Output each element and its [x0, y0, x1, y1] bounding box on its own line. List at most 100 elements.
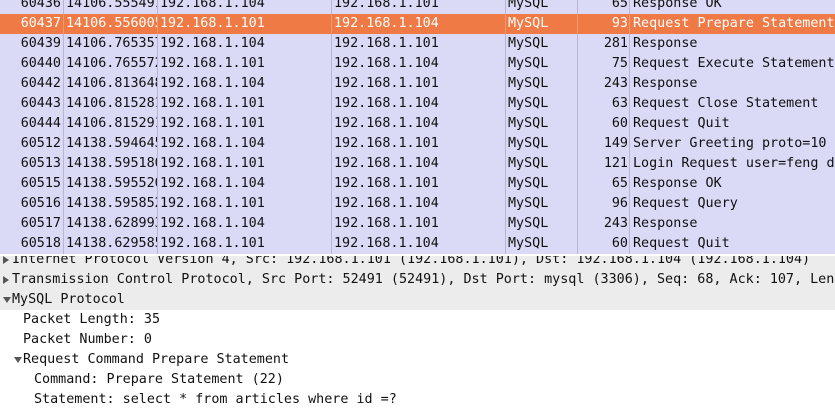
- packet-destination-cell: 192.168.1.104: [334, 156, 439, 171]
- collapsed-arrow-icon[interactable]: [3, 276, 9, 284]
- packet-time-cell: 14106.813648: [66, 76, 158, 91]
- packet-protocol-cell: MySQL: [508, 156, 549, 171]
- packet-length-cell: 96: [611, 196, 628, 211]
- packet-row[interactable]: 60517 14138.628993 192.168.1.104 192.168.1.…: [0, 214, 835, 234]
- packet-info-cell: Response OK: [633, 176, 722, 191]
- packet-destination-cell: 192.168.1.104: [334, 196, 439, 211]
- packet-protocol-cell: MySQL: [508, 236, 549, 251]
- column-separator: [629, 134, 630, 154]
- packet-row[interactable]: 60443 14106.815281 192.168.1.101 192.168.1.…: [0, 94, 835, 114]
- packet-source-cell: 192.168.1.104: [160, 216, 265, 231]
- column-separator: [577, 14, 578, 34]
- packet-row[interactable]: 60442 14106.813648 192.168.1.104 192.168.1.…: [0, 74, 835, 94]
- packet-destination-cell: 192.168.1.101: [334, 176, 439, 191]
- packet-list[interactable]: 60436 14106.555491 192.168.1.104 192.168.1.…: [0, 0, 835, 256]
- column-separator: [505, 94, 506, 114]
- column-separator: [63, 154, 64, 174]
- detail-line-text: Packet Number: 0: [23, 332, 152, 347]
- packet-row[interactable]: 60444 14106.815291 192.168.1.101 192.168.1.…: [0, 114, 835, 134]
- column-separator: [157, 134, 158, 154]
- packet-protocol-cell: MySQL: [508, 116, 549, 131]
- column-separator: [63, 0, 64, 14]
- column-separator: [629, 214, 630, 234]
- packet-protocol-cell: MySQL: [508, 96, 549, 111]
- packet-number-cell: 60437: [20, 16, 61, 31]
- packet-number-cell: 60512: [20, 136, 61, 151]
- packet-source-cell: 192.168.1.104: [160, 176, 265, 191]
- packet-info-cell: Response: [633, 216, 698, 231]
- column-separator: [63, 234, 64, 254]
- packet-source-cell: 192.168.1.101: [160, 236, 265, 251]
- packet-row-selected[interactable]: 60437 14106.556005 192.168.1.101 192.168.1.…: [0, 14, 835, 34]
- expanded-arrow-icon[interactable]: [3, 297, 11, 303]
- column-separator: [505, 34, 506, 54]
- packet-protocol-cell: MySQL: [508, 76, 549, 91]
- packet-info-cell: Response: [633, 36, 698, 51]
- packet-row[interactable]: 60518 14138.629585 192.168.1.101 192.168.1.…: [0, 234, 835, 254]
- column-separator: [577, 154, 578, 174]
- packet-info-cell: Server Greeting proto=10 v: [633, 136, 835, 151]
- detail-tree-line[interactable]: Packet Length: 35: [0, 310, 835, 330]
- packet-row[interactable]: 60512 14138.594645 192.168.1.104 192.168.1.…: [0, 134, 835, 154]
- packet-info-cell: Request Close Statement: [633, 96, 819, 111]
- packet-number-cell: 60443: [20, 96, 61, 111]
- detail-tree-line[interactable]: MySQL Protocol: [0, 290, 835, 310]
- packet-row[interactable]: 60440 14106.765572 192.168.1.101 192.168.1.…: [0, 54, 835, 74]
- packet-number-cell: 60436: [20, 0, 61, 11]
- packet-row[interactable]: 60513 14138.595180 192.168.1.101 192.168.1.…: [0, 154, 835, 174]
- packet-length-cell: 75: [611, 56, 628, 71]
- column-separator: [331, 194, 332, 214]
- packet-number-cell: 60518: [20, 236, 61, 251]
- column-separator: [629, 234, 630, 254]
- column-separator: [505, 154, 506, 174]
- packet-row[interactable]: 60515 14138.595520 192.168.1.104 192.168.1.…: [0, 174, 835, 194]
- detail-tree-line[interactable]: Command: Prepare Statement (22): [0, 370, 835, 390]
- packet-time-cell: 14138.595180: [66, 156, 158, 171]
- packet-info-cell: Request Quit: [633, 116, 730, 131]
- column-separator: [577, 54, 578, 74]
- packet-time-cell: 14106.556005: [66, 16, 158, 31]
- packet-protocol-cell: MySQL: [508, 136, 549, 151]
- detail-tree-line[interactable]: Request Command Prepare Statement: [0, 350, 835, 370]
- column-separator: [577, 94, 578, 114]
- packet-row[interactable]: 60439 14106.765357 192.168.1.104 192.168.1.…: [0, 34, 835, 54]
- column-separator: [331, 54, 332, 74]
- packet-protocol-cell: MySQL: [508, 36, 549, 51]
- packet-row[interactable]: 60516 14138.595852 192.168.1.101 192.168.1.…: [0, 194, 835, 214]
- detail-tree-line[interactable]: Transmission Control Protocol, Src Port:…: [0, 270, 835, 290]
- collapsed-arrow-icon[interactable]: [3, 256, 9, 264]
- column-separator: [331, 214, 332, 234]
- packet-time-cell: 14138.595852: [66, 196, 158, 211]
- column-separator: [331, 0, 332, 14]
- packet-destination-cell: 192.168.1.104: [334, 96, 439, 111]
- column-separator: [331, 94, 332, 114]
- packet-source-cell: 192.168.1.104: [160, 76, 265, 91]
- packet-info-cell: Response: [633, 76, 698, 91]
- packet-length-cell: 63: [611, 96, 628, 111]
- detail-tree-line[interactable]: Internet Protocol Version 4, Src: 192.16…: [0, 256, 835, 270]
- packet-destination-cell: 192.168.1.101: [334, 36, 439, 51]
- packet-destination-cell: 192.168.1.104: [334, 16, 439, 31]
- packet-details-pane[interactable]: Internet Protocol Version 4, Src: 192.16…: [0, 256, 835, 408]
- packet-length-cell: 65: [611, 0, 628, 11]
- packet-protocol-cell: MySQL: [508, 196, 549, 211]
- column-separator: [505, 54, 506, 74]
- column-separator: [629, 14, 630, 34]
- detail-tree-line[interactable]: Packet Number: 0: [0, 330, 835, 350]
- packet-source-cell: 192.168.1.104: [160, 0, 265, 11]
- packet-row[interactable]: 60436 14106.555491 192.168.1.104 192.168.1.…: [0, 0, 835, 14]
- column-separator: [63, 34, 64, 54]
- detail-tree-line[interactable]: Statement: select * from articles where …: [0, 390, 835, 408]
- column-separator: [505, 74, 506, 94]
- packet-info-cell: Request Execute Statement: [633, 56, 835, 71]
- column-separator: [63, 114, 64, 134]
- packet-info-cell: Request Quit: [633, 236, 730, 251]
- packet-length-cell: 60: [611, 236, 628, 251]
- packet-info-cell: Request Prepare Statement: [633, 16, 835, 31]
- column-separator: [505, 234, 506, 254]
- column-separator: [331, 114, 332, 134]
- packet-number-cell: 60517: [20, 216, 61, 231]
- column-separator: [629, 74, 630, 94]
- column-separator: [577, 74, 578, 94]
- expanded-arrow-icon[interactable]: [14, 357, 22, 363]
